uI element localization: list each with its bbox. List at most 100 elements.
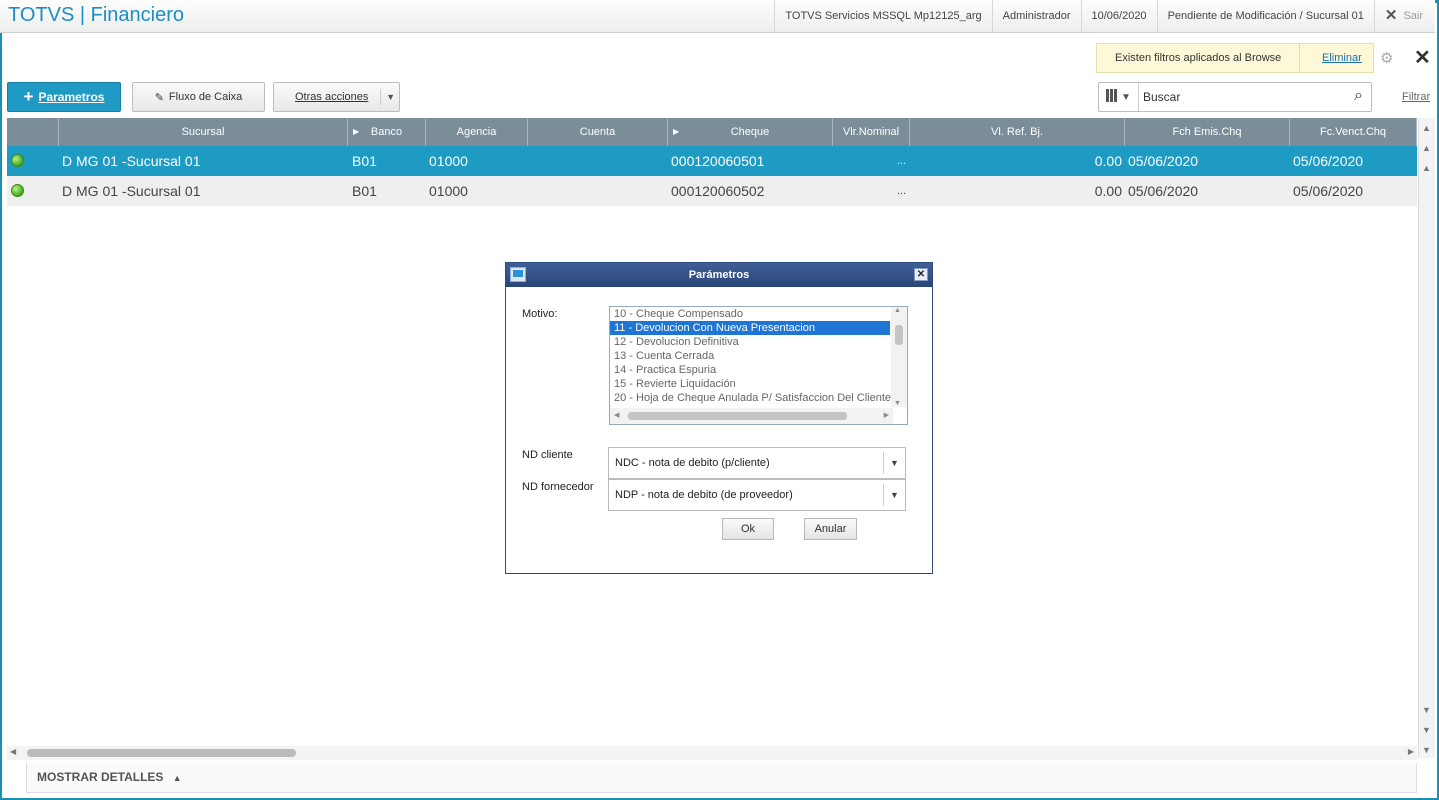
list-item[interactable]: 10 - Cheque Compensado	[610, 307, 907, 321]
list-item[interactable]: 13 - Cuenta Cerrada	[610, 349, 907, 363]
scrollbar-thumb[interactable]	[895, 325, 903, 345]
listbox-vertical-scrollbar[interactable]: ▲ ▼	[891, 307, 907, 407]
columns-icon	[1106, 89, 1118, 105]
cell-cheque: 000120060501	[671, 153, 765, 169]
user-label[interactable]: Administrador	[991, 0, 1081, 32]
status-green-icon	[11, 154, 24, 167]
anular-button[interactable]: Anular	[804, 518, 857, 540]
nd-cliente-label: ND cliente	[522, 449, 573, 461]
scroll-left-icon[interactable]: ◀	[614, 411, 619, 419]
scroll-up-icon[interactable]: ▲	[894, 307, 901, 314]
remove-filter-link[interactable]: Eliminar	[1300, 52, 1362, 64]
column-header-cheque[interactable]: ▶ Cheque	[668, 118, 833, 146]
chevron-down-icon: ▼	[1121, 91, 1131, 103]
dialog-title: Parámetros	[688, 269, 750, 281]
column-header-status[interactable]	[7, 118, 59, 146]
expand-arrow-icon: ▶	[353, 127, 360, 136]
chevron-down-icon: ▼	[883, 484, 905, 506]
motivo-label: Motivo:	[522, 308, 558, 320]
parametros-label: Parametros	[38, 90, 105, 104]
cell-sucursal: D MG 01 -Sucursal 01	[62, 153, 201, 169]
motivo-listbox[interactable]: 10 - Cheque Compensado 11 - Devolucion C…	[609, 306, 908, 425]
gear-icon[interactable]: ⚙	[1380, 49, 1393, 67]
scrollbar-thumb[interactable]	[27, 749, 296, 757]
column-header-sucursal[interactable]: Sucursal	[59, 118, 348, 146]
column-header-cuenta[interactable]: Cuenta	[528, 118, 668, 146]
list-item[interactable]: 14 - Practica Espuria	[610, 363, 907, 377]
fluxo-de-caixa-button[interactable]: ✎ Fluxo de Caixa	[132, 82, 265, 112]
scroll-down-icon[interactable]: ▼	[1422, 725, 1431, 735]
filter-link[interactable]: Filtrar	[1402, 91, 1430, 103]
filter-notice-message: Existen filtros aplicados al Browse	[1097, 44, 1300, 72]
cell-sucursal: D MG 01 -Sucursal 01	[62, 183, 201, 199]
list-item[interactable]: 12 - Devolucion Definitiva	[610, 335, 907, 349]
cell-agencia: 01000	[429, 153, 468, 169]
close-icon[interactable]: ✕	[914, 268, 928, 281]
parametros-button[interactable]: + Parametros	[7, 82, 121, 112]
column-header-banco[interactable]: ▶ Banco	[348, 118, 426, 146]
list-item[interactable]: 20 - Hoja de Cheque Anulada P/ Satisfacc…	[610, 391, 907, 405]
chevron-up-icon: ▲	[172, 773, 182, 783]
column-header-fch-emis[interactable]: Fch Emis.Chq	[1125, 118, 1290, 146]
dialog-title-bar[interactable]: Parámetros ✕	[506, 263, 932, 287]
cell-vl-ref-bj: 0.00	[1094, 183, 1122, 199]
parametros-dialog: Parámetros ✕ Motivo: 10 - Cheque Compens…	[505, 262, 933, 574]
scrollbar-thumb[interactable]	[628, 412, 847, 420]
ok-button[interactable]: Ok	[722, 518, 774, 540]
chevron-down-icon: ▼	[380, 89, 395, 105]
date-label[interactable]: 10/06/2020	[1080, 0, 1157, 32]
list-item[interactable]: 15 - Revierte Liquidación	[610, 377, 907, 391]
search-input[interactable]	[1143, 88, 1333, 106]
list-item[interactable]: 11 - Devolucion Con Nueva Presentacion	[610, 321, 890, 335]
nd-fornecedor-select[interactable]: NDP - nota de debito (de proveedor) ▼	[608, 479, 906, 511]
column-header-vlr-nominal[interactable]: Vlr.Nominal	[833, 118, 910, 146]
table-row[interactable]: D MG 01 -Sucursal 01 B01 01000 000120060…	[7, 176, 1417, 206]
cell-fch-emis: 05/06/2020	[1128, 183, 1199, 199]
server-label: TOTVS Servicios MSSQL Mp12125_arg	[774, 0, 991, 32]
search-icon[interactable]: ⌕	[1354, 87, 1363, 105]
fluxo-label: Fluxo de Caixa	[168, 91, 243, 103]
column-header-agencia[interactable]: Agencia	[426, 118, 528, 146]
table-row[interactable]: D MG 01 -Sucursal 01 B01 01000 000120060…	[7, 146, 1417, 176]
close-icon: ✕	[1384, 7, 1398, 24]
scroll-down-icon[interactable]: ▼	[894, 400, 901, 407]
listbox-horizontal-scrollbar[interactable]: ◀ ▶	[610, 408, 893, 424]
grid-horizontal-scrollbar[interactable]: ◀ ▶	[7, 746, 1417, 760]
scroll-right-icon[interactable]: ▶	[884, 411, 889, 419]
scroll-up-icon[interactable]: ▲	[1422, 163, 1431, 173]
nd-cliente-select[interactable]: NDC - nota de debito (p/cliente) ▼	[608, 447, 906, 479]
exit-button[interactable]: ✕ Sair	[1373, 0, 1435, 32]
cell-agencia: 01000	[429, 183, 468, 199]
app-title: TOTVS | Financiero	[8, 4, 184, 26]
nd-fornecedor-label: ND fornecedor	[522, 481, 594, 493]
scroll-left-icon[interactable]: ◀	[10, 747, 16, 756]
cheques-grid: Sucursal ▶ Banco Agencia Cuenta ▶ Cheque V…	[7, 118, 1417, 206]
column-header-vl-ref-bj[interactable]: Vl. Ref. Bj.	[910, 118, 1125, 146]
grid-vertical-scrollbar[interactable]: ▲ ▲ ▲ ▼ ▼ ▼	[1418, 118, 1435, 758]
window-icon	[510, 267, 526, 282]
close-icon[interactable]: ✕	[1414, 45, 1431, 70]
cell-vlr-nominal: ...	[896, 185, 906, 197]
otras-label: Otras acciones	[295, 91, 369, 103]
scroll-top-icon[interactable]: ▲	[1422, 123, 1431, 133]
cell-vlr-nominal: ...	[896, 155, 906, 167]
scroll-up-icon[interactable]: ▲	[1422, 143, 1431, 153]
show-details-label: MOSTRAR DETALLES	[37, 770, 164, 784]
scroll-right-icon[interactable]: ▶	[1408, 747, 1414, 756]
scroll-down-icon[interactable]: ▼	[1422, 705, 1431, 715]
column-header-fc-venct[interactable]: Fc.Venct.Chq	[1290, 118, 1417, 146]
cell-banco: B01	[352, 153, 377, 169]
otras-acciones-button[interactable]: Otras acciones ▼	[273, 82, 400, 112]
top-bar: TOTVS | Financiero TOTVS Servicios MSSQL…	[0, 0, 1435, 33]
expand-arrow-icon: ▶	[673, 127, 680, 136]
branch-status-label[interactable]: Pendiente de Modificación / Sucursal 01	[1156, 0, 1374, 32]
show-details-toggle[interactable]: MOSTRAR DETALLES ▲	[26, 763, 1417, 793]
cell-cuenta	[528, 146, 668, 176]
plus-icon: +	[23, 87, 34, 106]
cell-fch-emis: 05/06/2020	[1128, 153, 1199, 169]
nd-cliente-value: NDC - nota de debito (p/cliente)	[615, 457, 770, 469]
columns-selector[interactable]: ▼	[1099, 83, 1139, 111]
scroll-bottom-icon[interactable]: ▼	[1422, 745, 1431, 755]
cell-fc-venct: 05/06/2020	[1293, 183, 1364, 199]
search-box: ▼ ⌕	[1098, 82, 1372, 112]
